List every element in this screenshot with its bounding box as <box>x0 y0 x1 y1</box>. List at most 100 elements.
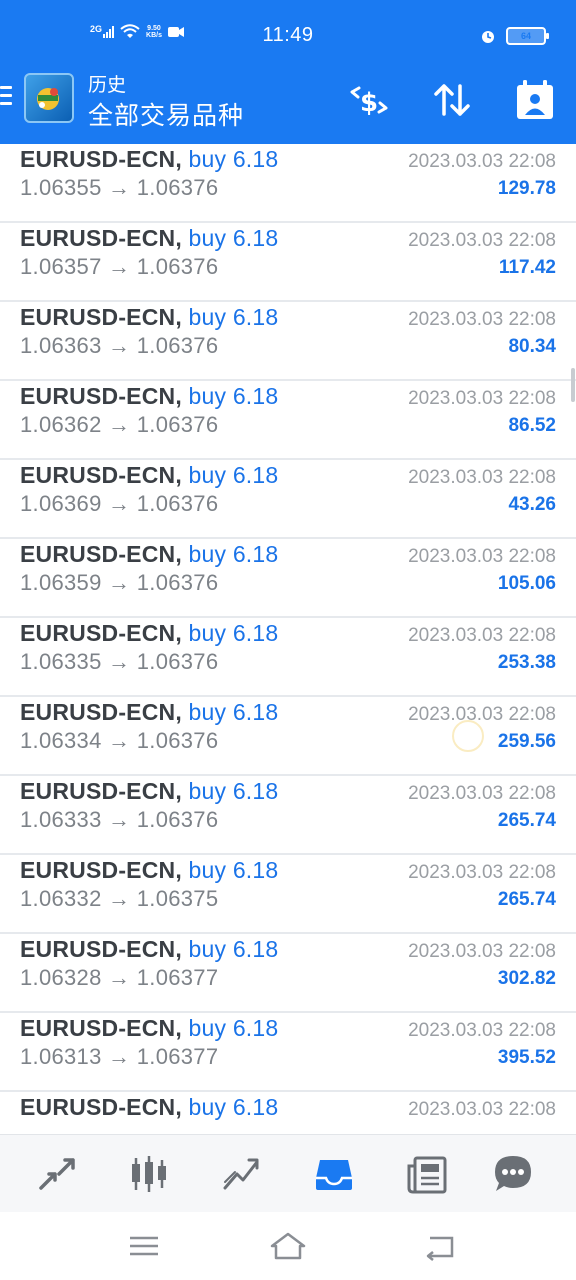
trade-row[interactable]: EURUSD-ECN, buy 6.18 1.06357 → 1.06376 2… <box>0 223 576 302</box>
trade-symbol: EURUSD-ECN, buy 6.18 <box>20 225 279 251</box>
trade-prices: 1.06363 → 1.06376 <box>20 333 219 358</box>
trade-time: 2023.03.03 22:08 <box>408 230 556 251</box>
trade-symbol: EURUSD-ECN, buy 6.18 <box>20 462 279 488</box>
trade-type: buy 6.18 <box>188 857 279 883</box>
trade-symbol: EURUSD-ECN, buy 6.18 <box>20 620 279 646</box>
trade-time: 2023.03.03 22:08 <box>408 783 556 804</box>
trade-type: buy 6.18 <box>188 1015 279 1041</box>
trade-prices: 1.06359 → 1.06376 <box>20 570 219 595</box>
trade-prices: 1.06328 → 1.06377 <box>20 965 219 990</box>
trade-profit: 129.78 <box>497 178 556 199</box>
back-icon[interactable] <box>420 1230 460 1262</box>
app-logo[interactable] <box>24 73 74 123</box>
trade-symbol: EURUSD-ECN, buy 6.18 <box>20 541 279 567</box>
calendar-icon[interactable] <box>512 78 558 124</box>
trade-time: 2023.03.03 22:08 <box>408 151 556 172</box>
trade-profit: 395.52 <box>497 1047 556 1068</box>
trade-row[interactable]: EURUSD-ECN, buy 6.18 1.06363 → 1.06376 2… <box>0 302 576 381</box>
system-nav <box>0 1212 576 1280</box>
trade-type: buy 6.18 <box>188 383 279 409</box>
trade-type: buy 6.18 <box>188 699 279 725</box>
trade-symbol: EURUSD-ECN, buy 6.18 <box>20 857 279 883</box>
trade-profit: 117.42 <box>498 257 556 278</box>
history-icon[interactable] <box>309 1149 359 1199</box>
trade-type: buy 6.18 <box>188 146 279 172</box>
trade-prices: 1.06334 → 1.06376 <box>20 728 219 753</box>
quotes-icon[interactable] <box>32 1149 82 1199</box>
trade-prices: 1.06333 → 1.06376 <box>20 807 219 832</box>
menu-icon[interactable] <box>124 1230 164 1262</box>
trade-type: buy 6.18 <box>188 936 279 962</box>
trade-type: buy 6.18 <box>188 462 279 488</box>
trade-time: 2023.03.03 22:08 <box>408 388 556 409</box>
alarm-icon <box>482 31 494 43</box>
trade-time: 2023.03.03 22:08 <box>408 941 556 962</box>
trade-time: 2023.03.03 22:08 <box>408 467 556 488</box>
trade-symbol: EURUSD-ECN, buy 6.18 <box>20 1094 279 1120</box>
trade-profit: 43.26 <box>508 494 556 515</box>
trade-row[interactable]: EURUSD-ECN, buy 6.18 1.06359 → 1.06376 2… <box>0 539 576 618</box>
trade-symbol: EURUSD-ECN, buy 6.18 <box>20 699 279 725</box>
battery-icon: 64 <box>506 27 549 45</box>
trade-row[interactable]: EURUSD-ECN, buy 6.18 1.06335 → 1.06376 2… <box>0 618 576 697</box>
trade-icon[interactable] <box>216 1149 266 1199</box>
trade-type: buy 6.18 <box>188 541 279 567</box>
trade-prices: 1.06369 → 1.06376 <box>20 491 219 516</box>
trade-time: 2023.03.03 22:08 <box>408 704 556 725</box>
bottom-nav <box>0 1134 576 1212</box>
trade-prices: 1.06355 → 1.06376 <box>20 175 219 200</box>
trade-type: buy 6.18 <box>188 1094 279 1120</box>
status-bar: 2G 9.50 KB/s 11:49 64 <box>0 0 576 70</box>
trade-symbol: EURUSD-ECN, buy 6.18 <box>20 304 279 330</box>
trade-profit: 105.06 <box>497 573 556 594</box>
trade-history-list[interactable]: EURUSD-ECN, buy 6.18 1.06355 → 1.06376 2… <box>0 144 576 1134</box>
status-right: 64 <box>480 27 549 45</box>
trade-symbol: EURUSD-ECN, buy 6.18 <box>20 1015 279 1041</box>
trade-prices: 1.06357 → 1.06376 <box>20 254 219 279</box>
trade-type: buy 6.18 <box>188 304 279 330</box>
header-subtitle: 历史 <box>88 75 127 96</box>
trade-row[interactable]: EURUSD-ECN, buy 6.18 2023.03.03 22:08 <box>0 1092 576 1134</box>
trade-symbol: EURUSD-ECN, buy 6.18 <box>20 778 279 804</box>
trade-profit: 253.38 <box>497 652 556 673</box>
trade-time: 2023.03.03 22:08 <box>408 862 556 883</box>
trade-time: 2023.03.03 22:08 <box>408 1020 556 1041</box>
svg-text:$: $ <box>360 88 378 118</box>
sort-icon[interactable] <box>430 78 476 124</box>
trade-profit: 265.74 <box>497 810 556 831</box>
touch-feedback <box>452 720 484 752</box>
trade-time: 2023.03.03 22:08 <box>408 625 556 646</box>
trade-prices: 1.06313 → 1.06377 <box>20 1044 219 1069</box>
page-title[interactable]: 全部交易品种 <box>88 96 244 132</box>
trade-time: 2023.03.03 22:08 <box>408 1099 556 1120</box>
scrollbar[interactable] <box>571 368 575 402</box>
trade-row[interactable]: EURUSD-ECN, buy 6.18 1.06332 → 1.06375 2… <box>0 855 576 934</box>
trade-row[interactable]: EURUSD-ECN, buy 6.18 1.06334 → 1.06376 2… <box>0 697 576 776</box>
trade-type: buy 6.18 <box>188 620 279 646</box>
trade-row[interactable]: EURUSD-ECN, buy 6.18 1.06369 → 1.06376 2… <box>0 460 576 539</box>
menu-icon[interactable] <box>0 86 14 108</box>
dollar-cycle-icon[interactable]: $ <box>346 78 392 124</box>
trade-row[interactable]: EURUSD-ECN, buy 6.18 1.06313 → 1.06377 2… <box>0 1013 576 1092</box>
trade-profit: 259.56 <box>497 731 556 752</box>
home-icon[interactable] <box>268 1230 308 1262</box>
trade-profit: 302.82 <box>497 968 556 989</box>
chat-icon[interactable] <box>488 1149 538 1199</box>
trade-profit: 265.74 <box>497 889 556 910</box>
trade-symbol: EURUSD-ECN, buy 6.18 <box>20 936 279 962</box>
trade-row[interactable]: EURUSD-ECN, buy 6.18 1.06362 → 1.06376 2… <box>0 381 576 460</box>
trade-time: 2023.03.03 22:08 <box>408 309 556 330</box>
trade-symbol: EURUSD-ECN, buy 6.18 <box>20 383 279 409</box>
trade-row[interactable]: EURUSD-ECN, buy 6.18 1.06328 → 1.06377 2… <box>0 934 576 1013</box>
news-icon[interactable] <box>402 1149 452 1199</box>
trade-prices: 1.06335 → 1.06376 <box>20 649 219 674</box>
trade-prices: 1.06332 → 1.06375 <box>20 886 219 911</box>
app-header: 历史 全部交易品种 $ <box>0 70 576 144</box>
trade-prices: 1.06362 → 1.06376 <box>20 412 219 437</box>
trade-type: buy 6.18 <box>188 778 279 804</box>
chart-icon[interactable] <box>124 1149 174 1199</box>
trade-profit: 80.34 <box>508 336 556 357</box>
trade-row[interactable]: EURUSD-ECN, buy 6.18 1.06355 → 1.06376 2… <box>0 144 576 223</box>
trade-row[interactable]: EURUSD-ECN, buy 6.18 1.06333 → 1.06376 2… <box>0 776 576 855</box>
trade-profit: 86.52 <box>508 415 556 436</box>
